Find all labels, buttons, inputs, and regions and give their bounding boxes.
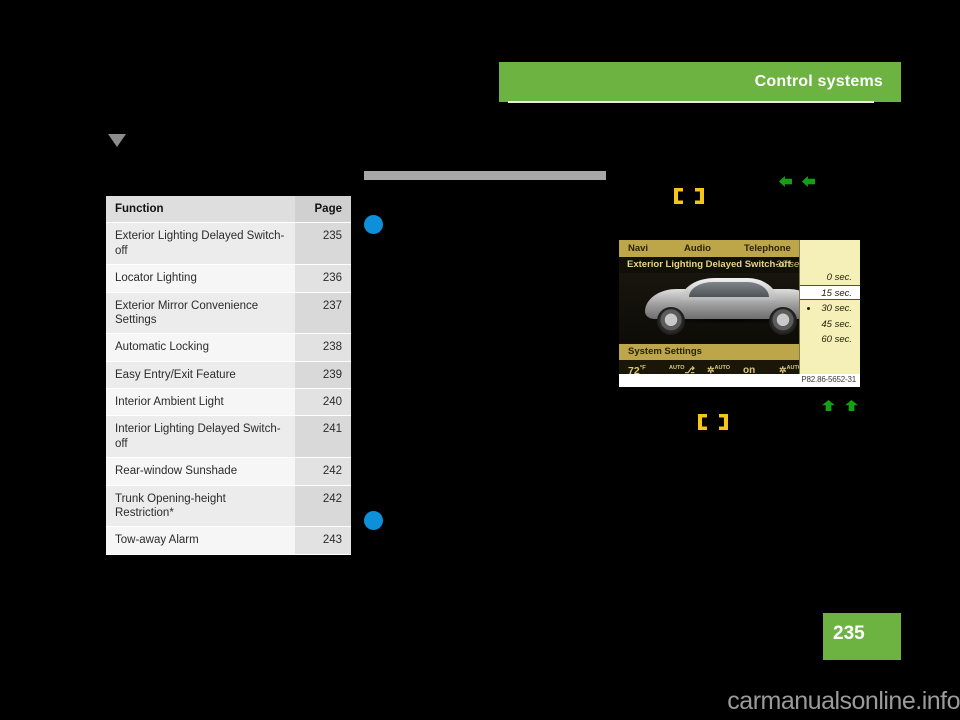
- table-cell-page: 238: [295, 333, 351, 362]
- table-row: Automatic Locking 238: [106, 333, 351, 362]
- dropdown-option-15sec[interactable]: 15 sec.: [800, 285, 860, 300]
- table-row: Exterior Lighting Delayed Switch-off 235: [106, 222, 351, 266]
- table-cell-page: 236: [295, 264, 351, 293]
- figure-caption-strip: P82.86-5652-31: [619, 374, 860, 387]
- menu-item-telephone[interactable]: Telephone: [744, 243, 791, 254]
- table-row: Interior Lighting Delayed Switch-off 241: [106, 415, 351, 459]
- table-cell-page: 242: [295, 485, 351, 528]
- crop-mark-icon: [695, 188, 704, 204]
- green-arrow-marker-icon: [779, 176, 792, 187]
- section-header-title: Control systems: [754, 73, 883, 90]
- delay-time-dropdown[interactable]: 0 sec. 15 sec. 30 sec. 45 sec. 60 sec.: [799, 240, 860, 374]
- table-row: Trunk Opening-height Restriction* 242: [106, 485, 351, 528]
- dropdown-option-30sec[interactable]: 30 sec.: [800, 301, 860, 316]
- table-cell-page: 241: [295, 415, 351, 459]
- table-row: Easy Entry/Exit Feature 239: [106, 361, 351, 390]
- page-number: 235: [833, 623, 865, 644]
- table-row: Rear-window Sunshade 242: [106, 457, 351, 486]
- crop-mark-icon: [674, 188, 683, 204]
- table-cell-page: 235: [295, 222, 351, 266]
- green-arrow-marker-icon: [845, 400, 858, 411]
- blue-bullet-marker-icon: [364, 511, 383, 530]
- green-arrow-marker-icon: [822, 400, 835, 411]
- table-cell-page: 240: [295, 388, 351, 417]
- table-cell-function: Rear-window Sunshade: [106, 457, 295, 486]
- table-cell-function: Locator Lighting: [106, 264, 295, 293]
- table-cell-page: 243: [295, 526, 351, 555]
- seat-auto-icon: AUTO⎇: [669, 365, 695, 374]
- table-cell-function: Trunk Opening-height Restriction*: [106, 485, 295, 528]
- blue-bullet-marker-icon: [364, 215, 383, 234]
- figure-reference-code: P82.86-5652-31: [801, 375, 856, 384]
- green-arrow-marker-icon: [802, 176, 815, 187]
- table-header-page: Page: [295, 196, 351, 224]
- navigation-display-figure: Navi Audio Telephone Exterior Lighting D…: [619, 234, 860, 395]
- page-number-block: 235: [823, 613, 901, 660]
- vehicle-front-wheel: [657, 307, 685, 335]
- crop-mark-icon: [719, 414, 728, 430]
- section-header-underline: [508, 101, 874, 103]
- climate-center-state: on: [743, 365, 756, 374]
- table-cell-function: Exterior Lighting Delayed Switch-off: [106, 222, 295, 266]
- navigation-display-screen: Navi Audio Telephone Exterior Lighting D…: [619, 240, 860, 374]
- crop-mark-icon: [698, 414, 707, 430]
- climate-temperature: 72°F: [628, 365, 646, 374]
- vehicle-glass: [689, 282, 769, 297]
- section-triangle-icon: [108, 134, 126, 147]
- table-header-function: Function: [106, 196, 295, 224]
- dropdown-option-45sec[interactable]: 45 sec.: [800, 317, 860, 332]
- function-page-table: Function Page Exterior Lighting Delayed …: [106, 196, 351, 555]
- vehicle-rear-wheel: [769, 307, 797, 335]
- redacted-heading-bar: [364, 171, 606, 180]
- table-cell-function: Automatic Locking: [106, 333, 295, 362]
- table-row: Exterior Mirror Convenience Settings 237: [106, 292, 351, 335]
- table-row: Locator Lighting 236: [106, 264, 351, 293]
- site-watermark: carmanualsonline.info: [727, 687, 960, 715]
- table-cell-page: 239: [295, 361, 351, 390]
- table-cell-page: 242: [295, 457, 351, 486]
- selected-option-dot-icon: [807, 307, 810, 310]
- table-body: Exterior Lighting Delayed Switch-off 235…: [106, 222, 351, 555]
- section-header-band: Control systems: [499, 62, 901, 102]
- menu-item-audio[interactable]: Audio: [684, 243, 711, 254]
- navigation-setting-title: Exterior Lighting Delayed Switch-off: [627, 259, 791, 270]
- table-cell-function: Exterior Mirror Convenience Settings: [106, 292, 295, 335]
- system-settings-label: System Settings: [628, 346, 702, 357]
- table-cell-function: Tow-away Alarm: [106, 526, 295, 555]
- table-cell-page: 237: [295, 292, 351, 335]
- table-cell-function: Interior Lighting Delayed Switch-off: [106, 415, 295, 459]
- dropdown-option-0sec[interactable]: 0 sec.: [800, 270, 860, 285]
- menu-item-navi[interactable]: Navi: [628, 243, 648, 254]
- table-row: Interior Ambient Light 240: [106, 388, 351, 417]
- table-cell-function: Easy Entry/Exit Feature: [106, 361, 295, 390]
- table-row: Tow-away Alarm 243: [106, 526, 351, 555]
- dropdown-option-60sec[interactable]: 60 sec.: [800, 332, 860, 347]
- table-cell-function: Interior Ambient Light: [106, 388, 295, 417]
- table-header-row: Function Page: [106, 196, 351, 224]
- fan-auto-left-icon: ✲AUTO: [707, 365, 731, 374]
